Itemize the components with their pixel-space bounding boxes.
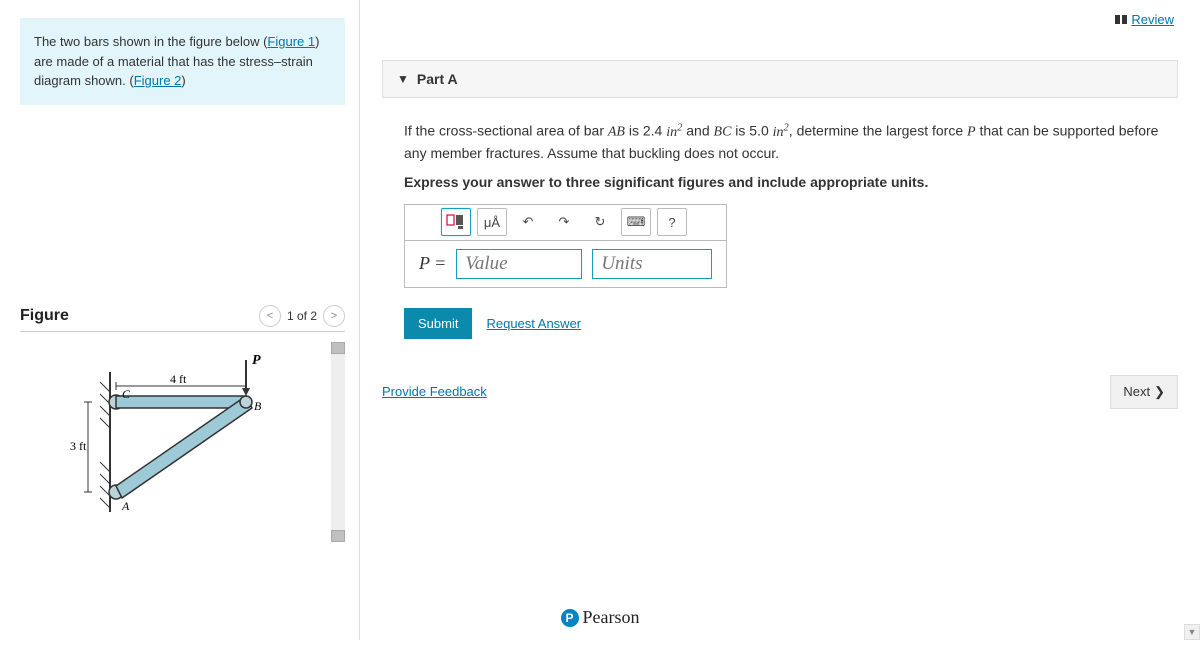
label-B: B — [254, 399, 262, 413]
page-scroll-down[interactable]: ▼ — [1184, 624, 1200, 640]
figure-1-link[interactable]: Figure 1 — [267, 34, 315, 49]
next-label: Next — [1123, 384, 1150, 399]
label-P: P — [252, 353, 261, 368]
figure-title: Figure — [20, 307, 69, 325]
review-label: Review — [1131, 12, 1174, 27]
value-input[interactable] — [456, 249, 582, 279]
review-icon — [1115, 15, 1127, 24]
help-button[interactable]: ? — [657, 208, 687, 236]
templates-button[interactable] — [441, 208, 471, 236]
figure-diagram: P 4 ft 3 ft C B A — [20, 342, 331, 535]
review-link[interactable]: Review — [1115, 12, 1174, 27]
pearson-logo-icon: P — [561, 609, 579, 627]
figure-counter: 1 of 2 — [287, 309, 317, 323]
figure-prev-button[interactable]: < — [259, 305, 281, 327]
undo-button[interactable]: ↶ — [513, 208, 543, 236]
label-A: A — [121, 499, 130, 513]
problem-statement: The two bars shown in the figure below (… — [20, 18, 345, 105]
next-button[interactable]: Next ❯ — [1110, 375, 1178, 409]
submit-button[interactable]: Submit — [404, 308, 472, 339]
problem-text-3: ) — [181, 73, 185, 88]
label-C: C — [122, 387, 131, 401]
caret-down-icon: ▼ — [397, 72, 409, 86]
redo-button[interactable]: ↷ — [549, 208, 579, 236]
part-a-title: Part A — [417, 71, 458, 87]
footer-brand: P Pearson — [0, 607, 1200, 628]
figure-next-button[interactable]: > — [323, 305, 345, 327]
request-answer-link[interactable]: Request Answer — [486, 316, 581, 331]
figure-scroll-down[interactable] — [331, 530, 345, 542]
question-text: If the cross-sectional area of bar AB is… — [404, 120, 1168, 164]
keyboard-button[interactable]: ⌨ — [621, 208, 651, 236]
figure-scroll-up[interactable] — [331, 342, 345, 354]
label-4ft: 4 ft — [170, 372, 187, 386]
provide-feedback-link[interactable]: Provide Feedback — [382, 384, 487, 399]
special-chars-button[interactable]: μÅ — [477, 208, 507, 236]
figure-2-link[interactable]: Figure 2 — [134, 73, 182, 88]
answer-lhs: P = — [405, 253, 456, 274]
chevron-right-icon: ❯ — [1154, 384, 1165, 400]
units-input[interactable] — [592, 249, 712, 279]
problem-text-1: The two bars shown in the figure below ( — [34, 34, 267, 49]
answer-instructions: Express your answer to three significant… — [404, 174, 1168, 190]
pearson-text: Pearson — [583, 607, 640, 628]
reset-button[interactable]: ↻ — [585, 208, 615, 236]
answer-box: μÅ ↶ ↷ ↻ ⌨ ? P = — [404, 204, 727, 288]
part-a-header[interactable]: ▼ Part A — [382, 60, 1178, 98]
label-3ft: 3 ft — [70, 439, 87, 453]
